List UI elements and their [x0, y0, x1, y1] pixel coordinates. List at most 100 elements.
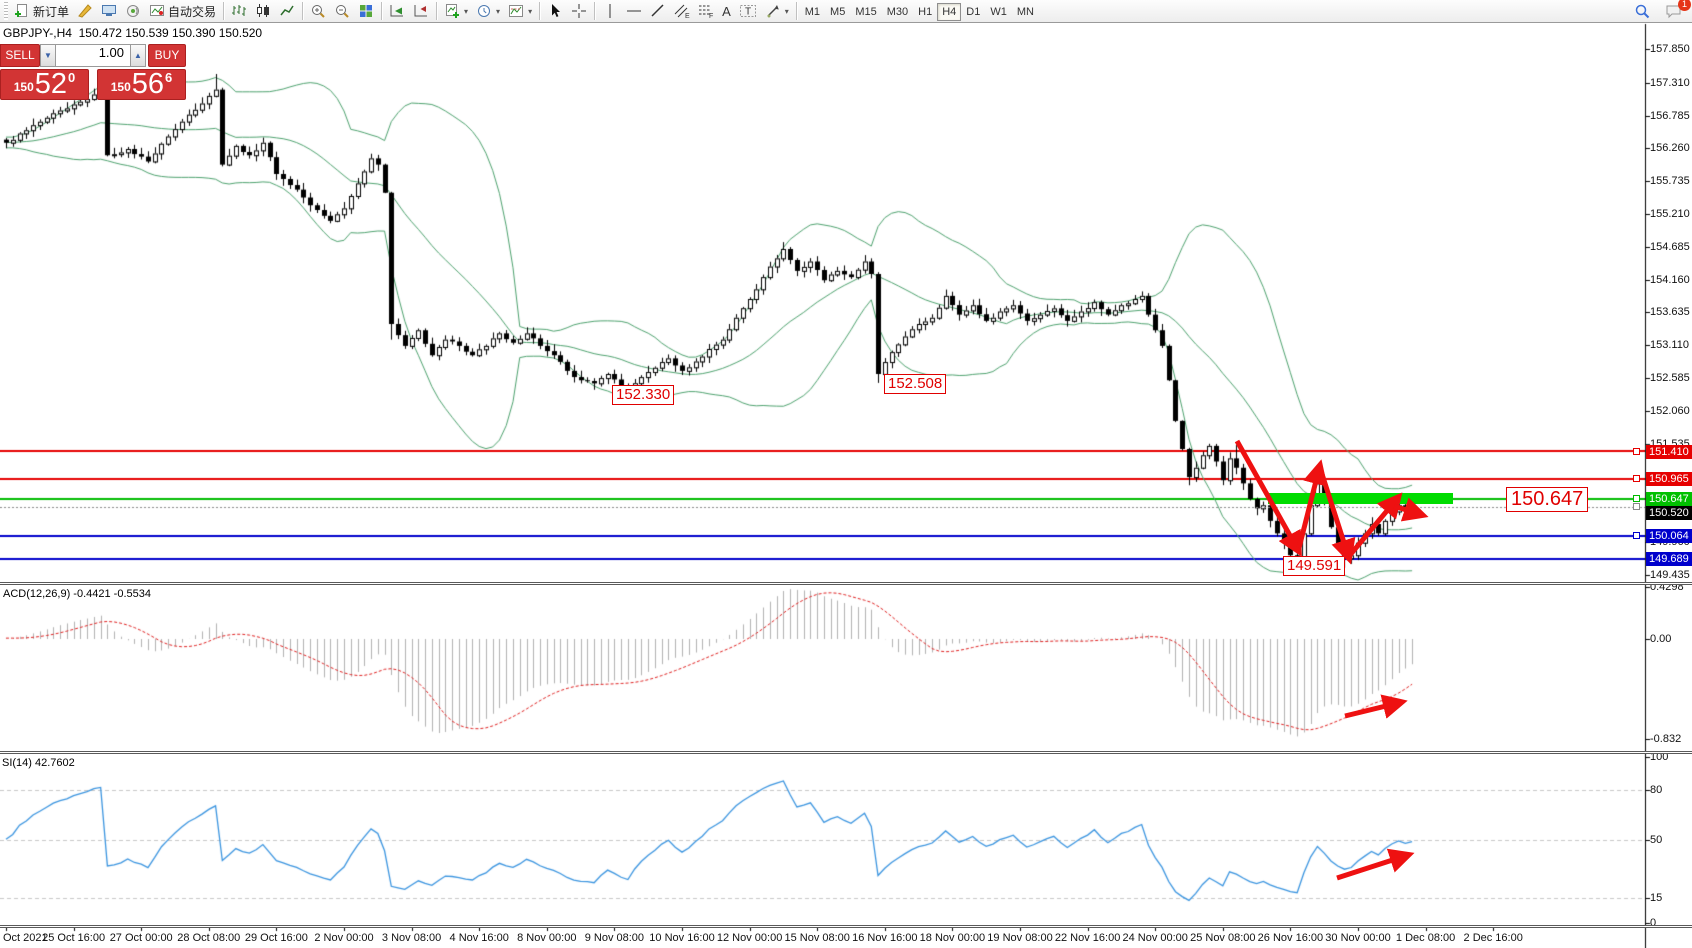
label-tool-button[interactable]: T [735, 1, 761, 21]
trendline-tool-button[interactable] [646, 1, 670, 21]
crosshair-tool-button[interactable] [567, 1, 591, 21]
cursor-icon [547, 3, 563, 19]
macd-label: ACD(12,26,9) -0.4421 -0.5534 [3, 588, 151, 600]
level-handle-150.965[interactable] [1633, 475, 1640, 482]
search-button[interactable] [1630, 1, 1655, 21]
template-button[interactable]: ▾ [504, 1, 536, 21]
tile-windows-button[interactable] [354, 1, 378, 21]
pen-icon [77, 3, 93, 19]
signals-button[interactable] [121, 1, 145, 21]
zoom-in-button[interactable] [306, 1, 330, 21]
style-button[interactable] [73, 1, 97, 21]
pane-separator[interactable] [0, 751, 1692, 754]
toolbar-separator [594, 2, 595, 20]
level-handle-150.52[interactable] [1633, 503, 1640, 510]
buy-button[interactable]: BUY [148, 44, 186, 67]
timeframe-button-m30[interactable]: M30 [882, 3, 913, 21]
timeframe-button-mn[interactable]: MN [1012, 3, 1039, 21]
timeframe-button-d1[interactable]: D1 [961, 3, 985, 21]
price-tick: 157.310 [1650, 77, 1690, 89]
rsi-label: SI(14) 42.7602 [2, 757, 75, 769]
text-tool-icon: A [722, 4, 731, 19]
arrows-tool-button[interactable]: ▾ [761, 1, 793, 21]
rsi-scale-tick: 15 [1650, 892, 1662, 904]
period-button[interactable]: ▾ [472, 1, 504, 21]
horizontal-line-icon [626, 3, 642, 19]
auto-scroll-icon [389, 3, 405, 19]
bar-chart-button[interactable] [227, 1, 251, 21]
volume-down-button[interactable]: ▼ [40, 44, 56, 67]
timeframe-button-h4[interactable]: H4 [937, 3, 961, 21]
sell-price-tile[interactable]: 150520 [0, 69, 89, 100]
chart-shift-button[interactable] [409, 1, 433, 21]
level-handle-150.064[interactable] [1633, 532, 1640, 539]
zoom-out-icon [334, 3, 350, 19]
price-annotation-150.647[interactable]: 150.647 [1506, 487, 1588, 512]
cursor-tool-button[interactable] [543, 1, 567, 21]
autotrade-button[interactable]: 自动交易 [145, 1, 220, 21]
level-handle-151.41[interactable] [1633, 448, 1640, 455]
price-tick: 156.785 [1650, 110, 1690, 122]
terminal-button[interactable] [97, 1, 121, 21]
symbol-ohlc: 150.472 150.539 150.390 150.520 [79, 26, 263, 40]
candle-chart-button[interactable] [251, 1, 275, 21]
buy-price-prefix: 150 [111, 80, 131, 94]
dropdown-caret: ▾ [464, 7, 468, 16]
new-order-icon [14, 3, 30, 19]
sell-button[interactable]: SELL [0, 44, 40, 67]
timeframe-button-w1[interactable]: W1 [985, 3, 1012, 21]
one-click-trade-panel: SELL ▼ 1.00 ▲ BUY 150520 150566 [0, 44, 190, 100]
price-tick: 155.210 [1650, 208, 1690, 220]
line-chart-icon [279, 3, 295, 19]
timeframe-button-m5[interactable]: M5 [825, 3, 850, 21]
auto-scroll-button[interactable] [385, 1, 409, 21]
toolbar-grip[interactable] [4, 2, 8, 20]
resistance-zone-bar[interactable] [1268, 493, 1453, 504]
pane-separator[interactable] [0, 925, 1692, 928]
notifications-button[interactable]: 1 [1661, 1, 1686, 21]
new-order-button[interactable]: 新订单 [10, 1, 73, 21]
channel-icon: E [674, 3, 690, 19]
sell-price-big: 52 [35, 71, 67, 97]
buy-price-tile[interactable]: 150566 [97, 69, 186, 100]
timeframe-button-m1[interactable]: M1 [800, 3, 825, 21]
pane-separator[interactable] [0, 582, 1692, 585]
macd-pane[interactable] [0, 585, 1645, 751]
price-tag-150.965: 150.965 [1646, 472, 1692, 486]
buy-price-pip: 6 [165, 70, 172, 85]
chart-shift-icon [413, 3, 429, 19]
symbol-info: GBPJPY-,H4 150.472 150.539 150.390 150.5… [3, 26, 262, 40]
monitor-icon [101, 3, 117, 19]
zoom-out-button[interactable] [330, 1, 354, 21]
toolbar: 新订单 自动交易 [0, 0, 1692, 23]
vline-tool-button[interactable] [598, 1, 622, 21]
price-annotation-149.591[interactable]: 149.591 [1283, 556, 1345, 576]
price-annotation-152.508[interactable]: 152.508 [884, 374, 946, 394]
hline-tool-button[interactable] [622, 1, 646, 21]
text-tool-button[interactable]: A [718, 1, 735, 21]
line-chart-button[interactable] [275, 1, 299, 21]
price-tag-150.064: 150.064 [1646, 529, 1692, 543]
rsi-scale-tick: 50 [1650, 834, 1662, 846]
channel-tool-button[interactable]: E [670, 1, 694, 21]
price-tick: 153.635 [1650, 306, 1690, 318]
timeframe-button-m15[interactable]: M15 [850, 3, 881, 21]
toolbar-separator [302, 2, 303, 20]
buy-price-big: 56 [132, 71, 164, 97]
timeframe-button-h1[interactable]: H1 [913, 3, 937, 21]
rsi-pane[interactable] [0, 754, 1645, 926]
template-icon [508, 3, 524, 19]
price-tag-150.647: 150.647 [1646, 492, 1692, 506]
dropdown-caret: ▾ [785, 7, 789, 16]
fibonacci-tool-button[interactable]: F [694, 1, 718, 21]
volume-up-button[interactable]: ▲ [130, 44, 146, 67]
level-handle-150.647[interactable] [1633, 495, 1640, 502]
price-tick: 149.435 [1650, 569, 1690, 581]
price-tick: 156.260 [1650, 142, 1690, 154]
dropdown-caret: ▾ [496, 7, 500, 16]
volume-input[interactable]: 1.00 [56, 44, 130, 67]
autotrade-icon [149, 3, 165, 19]
price-annotation-152.330[interactable]: 152.330 [612, 385, 674, 405]
price-tick: 154.685 [1650, 241, 1690, 253]
new-chart-button[interactable]: ▾ [440, 1, 472, 21]
